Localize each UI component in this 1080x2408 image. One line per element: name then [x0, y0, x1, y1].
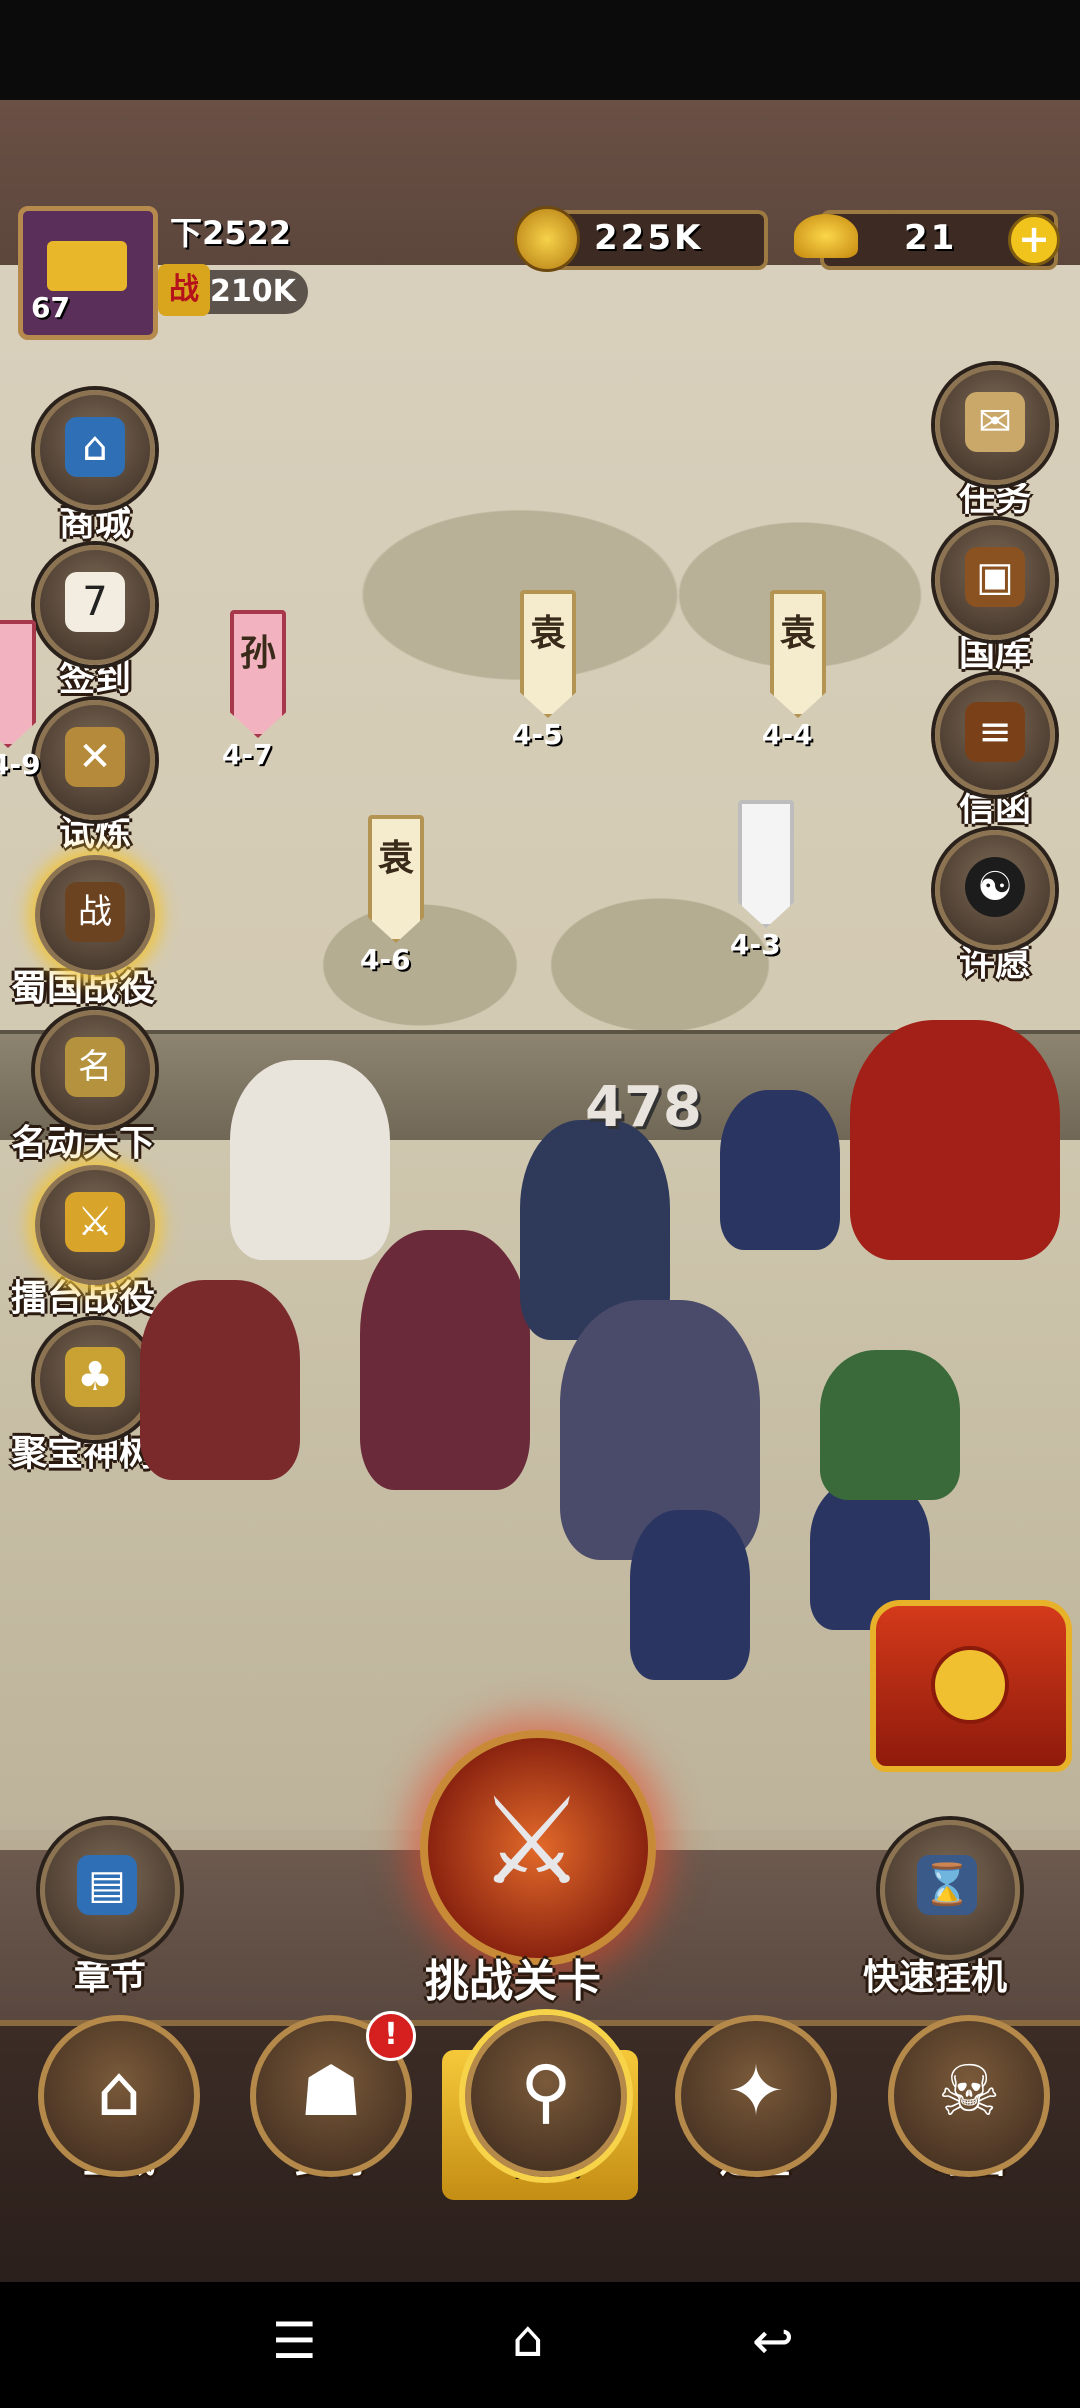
stage-label: 4-6 [360, 943, 411, 976]
hero-unit [360, 1230, 530, 1490]
menu-tasks[interactable]: ✉ 任务 [935, 365, 1055, 521]
stage-4-9[interactable]: 4-9 [0, 620, 41, 781]
stage-4-3[interactable]: 4-3 [730, 800, 794, 961]
fame-icon: 名 [65, 1037, 125, 1097]
yin-yang-icon: ☯ [965, 857, 1025, 917]
player-name: 下2522 [170, 214, 292, 252]
nav-campaign[interactable]: ⚲ 征战 [465, 2015, 627, 2183]
challenge-stage-button[interactable]: ⚔ [420, 1730, 656, 1966]
shield-icon: 战 [65, 882, 125, 942]
nav-main-city[interactable]: ⌂ 主城 [38, 2015, 200, 2183]
stage-4-6[interactable]: 袁 4-6 [360, 815, 424, 976]
enemy-soldier [720, 1090, 840, 1250]
flag-label: 袁 [377, 838, 414, 879]
notification-badge: ! [366, 2011, 416, 2061]
gold-ingot-icon [794, 214, 858, 258]
legion-icon: ☠ [937, 2050, 1001, 2132]
palace-icon: ⌂ [96, 2050, 142, 2132]
reward-chest[interactable] [870, 1600, 1072, 1772]
combat-power: 战 210K [158, 264, 308, 316]
coin-counter[interactable]: 225K [514, 206, 768, 272]
menu-fame[interactable]: 名 名动天下 [11, 1010, 155, 1166]
add-gold-button[interactable]: + [1008, 214, 1060, 266]
system-nav-bar: ☰ ⌂ ↩ [0, 2282, 1080, 2408]
menu-wish[interactable]: ☯ 许愿 [935, 830, 1055, 986]
frontier-map-icon: ✦ [726, 2050, 786, 2132]
flag-label: 袁 [529, 613, 566, 654]
calendar-icon: 7 [65, 572, 125, 632]
quick-idle-button[interactable]: ⌛ 快速挂机 [863, 1820, 1020, 2000]
back-icon[interactable]: ↩ [752, 2312, 794, 2370]
magnifier-icon: ⚲ [520, 2050, 572, 2132]
general-icon: ☗ [299, 2050, 363, 2132]
shop-icon: ⌂ [65, 417, 125, 477]
challenge-label: 挑战关卡 [425, 1956, 601, 2007]
stage-label: 4-4 [762, 718, 813, 751]
coin-icon [514, 206, 580, 272]
gold-value: 21 [904, 218, 958, 258]
menu-checkin[interactable]: 7 签到 [35, 545, 155, 701]
hero-unit [140, 1280, 300, 1480]
nav-frontier[interactable]: ✦ 边塞 [675, 2015, 837, 2183]
player-level: 67 [31, 291, 70, 324]
nav-legion[interactable]: ☠ 军团 [888, 2015, 1050, 2183]
nav-generals[interactable]: ☗ ! 武将 [250, 2011, 416, 2183]
stage-4-5[interactable]: 袁 4-5 [512, 590, 576, 751]
status-bar [0, 0, 1080, 100]
enemy-soldier [630, 1510, 750, 1680]
home-icon[interactable]: ⌂ [512, 2310, 544, 2368]
power-icon: 战 [158, 264, 210, 316]
menu-money-tree[interactable]: ♣ 聚宝神树 [11, 1320, 155, 1476]
power-value: 210K [210, 274, 296, 309]
menu-trial[interactable]: ✕ 试炼 [35, 700, 155, 856]
crossed-swords-icon: ✕ [65, 727, 125, 787]
hat-icon [47, 241, 127, 291]
enemy-cavalry [850, 1020, 1060, 1260]
chapter-button[interactable]: ▤ 章节 [40, 1820, 180, 2000]
damage-number: 478 [585, 1075, 702, 1140]
crossed-swords-icon: ⚔ [478, 1773, 586, 1912]
map-scroll-icon: ▤ [77, 1855, 137, 1915]
menu-letters[interactable]: ≡ 信函 [935, 675, 1055, 831]
stage-4-7[interactable]: 孙 4-7 [222, 610, 286, 771]
lion-emblem-icon [931, 1646, 1009, 1724]
menu-shop[interactable]: ⌂ 商城 [35, 390, 155, 546]
stage-label: 4-5 [512, 718, 563, 751]
enemy-soldier [820, 1350, 960, 1500]
menu-icon[interactable]: ☰ [272, 2312, 317, 2370]
arena-icon: ⚔ [65, 1192, 125, 1252]
hourglass-icon: ⌛ [917, 1855, 977, 1915]
treasure-chest-icon: ▣ [965, 547, 1025, 607]
player-avatar[interactable]: 67 [18, 206, 158, 340]
stage-label: 4-3 [730, 928, 781, 961]
coin-value: 225K [594, 218, 704, 258]
scroll-icon: ✉ [965, 392, 1025, 452]
hero-unit [230, 1060, 390, 1260]
menu-shu-campaign[interactable]: 战 蜀国战役 [11, 855, 155, 1011]
flag-label: 孙 [239, 633, 276, 674]
letters-icon: ≡ [965, 702, 1025, 762]
flag-label: 袁 [779, 613, 816, 654]
money-tree-icon: ♣ [65, 1347, 125, 1407]
stage-4-4[interactable]: 袁 4-4 [762, 590, 826, 751]
stage-label: 4-7 [222, 738, 273, 771]
menu-arena[interactable]: ⚔ 擂台战役 [11, 1165, 155, 1321]
menu-treasury[interactable]: ▣ 国库 [935, 520, 1055, 676]
stage-label: 4-9 [0, 748, 41, 781]
game-screen: 67 下2522 战 210K 225K 21 + ⌂ 商城 7 签到 ✕ 试炼… [0, 100, 1080, 2282]
gold-counter[interactable]: 21 + [794, 210, 1060, 270]
